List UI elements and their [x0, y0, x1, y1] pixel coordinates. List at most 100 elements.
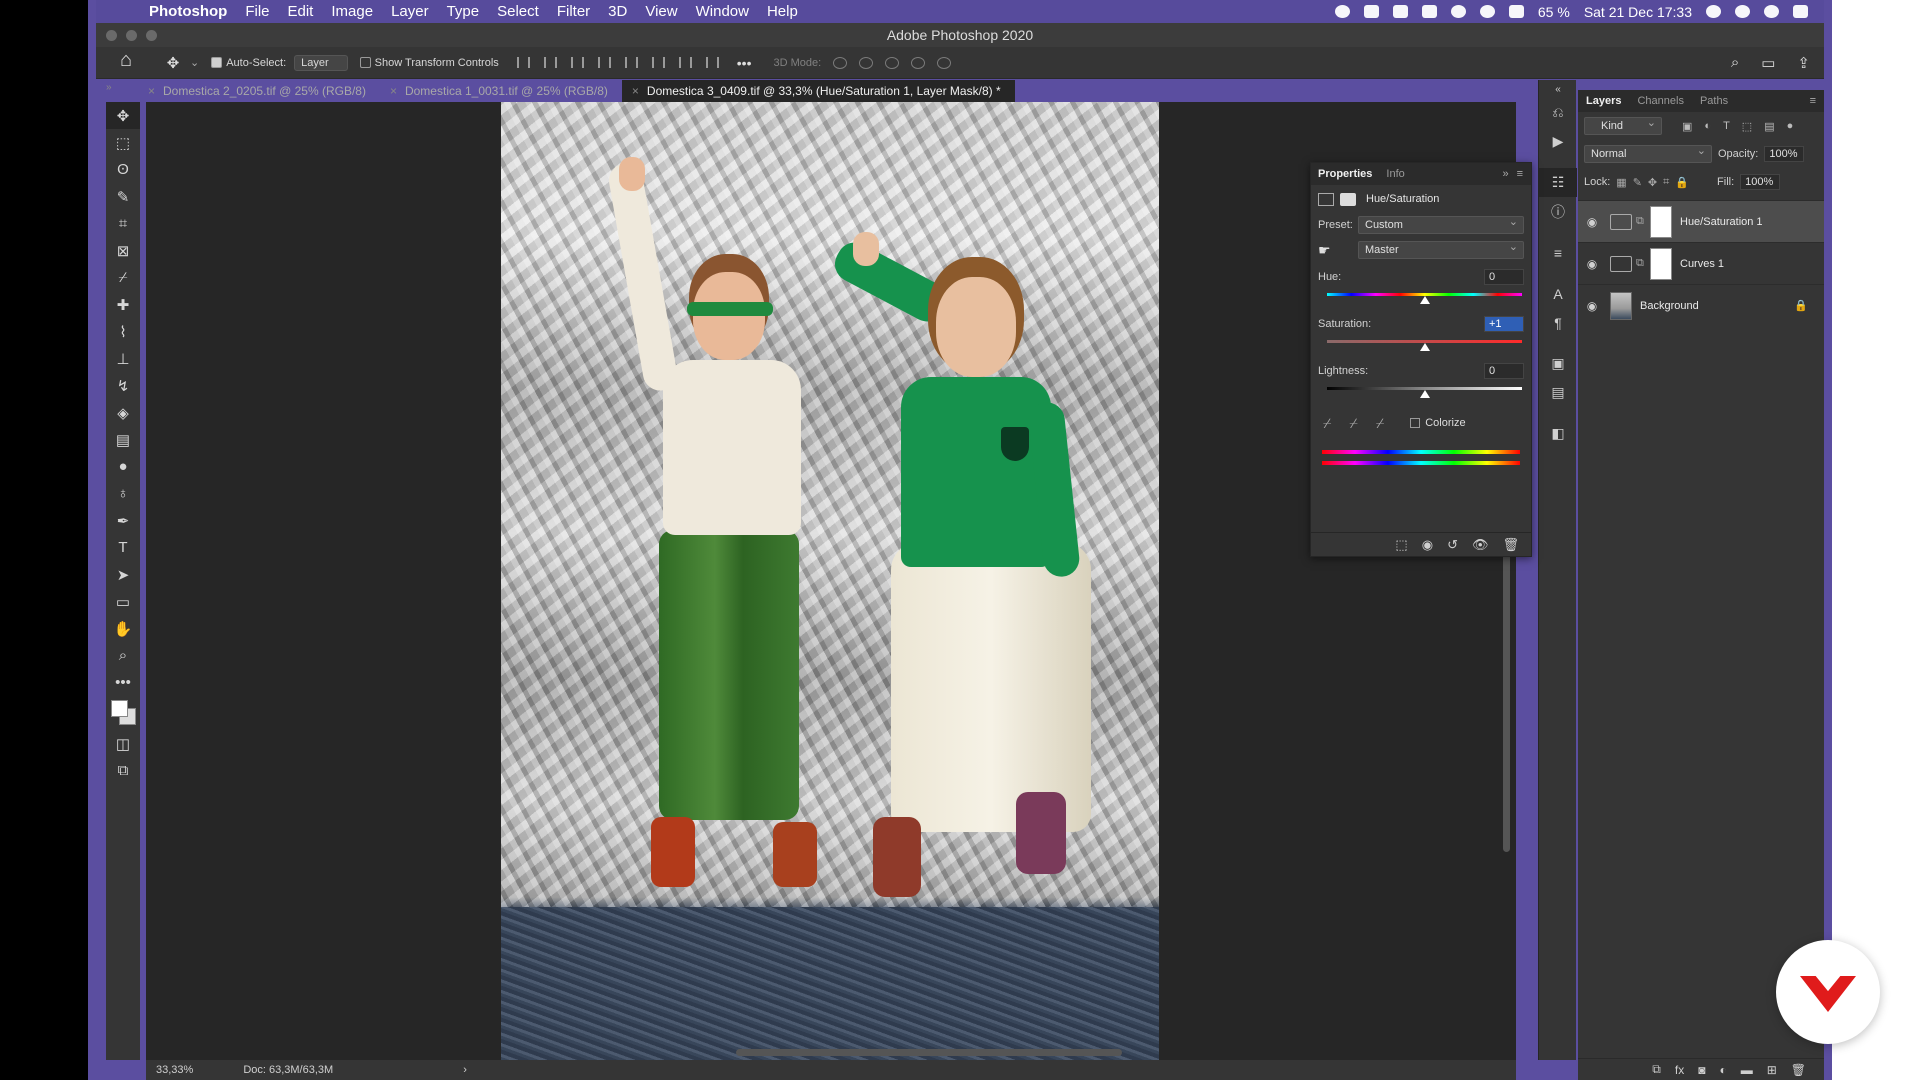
marquee-tool-icon[interactable]: ⬚ [106, 129, 140, 156]
frame-tool-icon[interactable]: ⊠ [106, 237, 140, 264]
3d-slide-icon[interactable] [911, 56, 926, 69]
menu-filter[interactable]: Filter [548, 3, 599, 20]
character-panel-icon[interactable]: A [1539, 279, 1577, 308]
link-icon[interactable]: ⧉ [1636, 215, 1646, 228]
actions-panel-icon[interactable]: ▶ [1539, 127, 1577, 156]
zoom-tool-icon[interactable]: ⌕ [106, 642, 140, 669]
menu-select[interactable]: Select [488, 3, 548, 20]
panel-collapse-icon[interactable]: » [1502, 168, 1516, 180]
tool-preset-chevron-icon[interactable]: ⌄ [190, 56, 199, 69]
smart-object-filter-icon[interactable]: ▤ [1764, 120, 1774, 133]
targeted-adjustment-icon[interactable]: ☛ [1318, 242, 1358, 259]
tab-domestica-3[interactable]: × Domestica 3_0409.tif @ 33,3% (Hue/Satu… [621, 80, 1015, 102]
lasso-tool-icon[interactable]: ʘ [106, 156, 140, 183]
layer-name[interactable]: Curves 1 [1680, 258, 1724, 270]
shape-filter-icon[interactable]: ⬚ [1742, 120, 1752, 133]
home-icon[interactable] [116, 49, 144, 73]
delete-layer-icon[interactable]: 🗑 [1791, 1063, 1806, 1077]
visibility-icon[interactable]: 👁 [1472, 537, 1489, 553]
quick-mask-icon[interactable]: ◫ [106, 730, 140, 757]
adjustment-filter-icon[interactable]: ◐ [1704, 120, 1711, 133]
healing-brush-tool-icon[interactable]: ✚ [106, 291, 140, 318]
zoom-window-button[interactable] [146, 30, 157, 41]
tab-layers[interactable]: Layers [1578, 95, 1629, 107]
delete-adjustment-icon[interactable]: 🗑 [1502, 537, 1519, 553]
dodge-tool-icon[interactable]: ♁ [106, 480, 140, 507]
3d-pan-icon[interactable] [885, 56, 900, 69]
hue-slider[interactable] [1327, 290, 1522, 304]
fill-input[interactable]: 100% [1740, 174, 1781, 190]
record-icon[interactable] [1334, 5, 1350, 18]
layer-style-icon[interactable]: fx [1675, 1063, 1684, 1077]
zoom-level[interactable]: 33,33% [156, 1064, 193, 1076]
layout-icon[interactable] [1421, 5, 1437, 18]
opacity-input[interactable]: 100% [1764, 146, 1805, 162]
3d-orbit-icon[interactable] [833, 56, 848, 69]
lock-pixels-icon[interactable]: ✎ [1633, 176, 1642, 189]
move-tool-icon[interactable]: ✥ [158, 54, 188, 72]
pen-tool-icon[interactable]: ✒ [106, 507, 140, 534]
align-bottom-icon[interactable] [678, 57, 692, 68]
lightness-value-input[interactable]: 0 [1484, 363, 1524, 379]
align-right-icon[interactable] [570, 57, 584, 68]
align-center-icon[interactable] [543, 57, 557, 68]
close-tab-icon[interactable]: × [632, 84, 639, 102]
bluetooth-ext-icon[interactable] [1363, 5, 1379, 18]
layer-row-background[interactable]: ◉ Background 🔒 [1578, 284, 1824, 326]
quick-select-tool-icon[interactable]: ✎ [106, 183, 140, 210]
wifi-icon[interactable] [1479, 5, 1495, 18]
close-tab-icon[interactable]: × [390, 84, 397, 102]
lock-transparent-icon[interactable]: ▦ [1616, 176, 1626, 189]
colorize-checkbox[interactable] [1410, 418, 1421, 428]
align-middle-icon[interactable] [651, 57, 665, 68]
history-brush-tool-icon[interactable]: ↯ [106, 372, 140, 399]
menu-3d[interactable]: 3D [599, 3, 636, 20]
clip-to-layer-icon[interactable]: ⬚ [1395, 537, 1407, 553]
color-swatches[interactable] [106, 696, 140, 730]
lightness-slider-thumb[interactable] [1419, 390, 1430, 398]
share-icon[interactable]: ⇪ [1797, 54, 1810, 72]
more-options-icon[interactable]: ••• [737, 55, 752, 71]
close-window-button[interactable] [106, 30, 117, 41]
user-icon[interactable] [1706, 5, 1721, 18]
preset-dropdown[interactable]: Custom [1358, 214, 1524, 234]
document-size[interactable]: Doc: 63,3M/63,3M [243, 1064, 333, 1076]
eye-icon[interactable]: ◉ [1578, 299, 1606, 313]
battery-percent[interactable]: 65 % [1538, 4, 1570, 20]
saturation-slider-thumb[interactable] [1420, 343, 1431, 351]
tab-channels[interactable]: Channels [1629, 95, 1691, 107]
eye-icon[interactable]: ◉ [1578, 215, 1606, 229]
layer-mask-thumbnail[interactable] [1650, 247, 1672, 280]
status-expand-icon[interactable]: › [463, 1064, 467, 1076]
auto-select-checkbox[interactable] [211, 57, 223, 68]
eyedropper-tool-icon[interactable]: ⌿ [106, 264, 140, 291]
eyedropper-icon[interactable]: ⌿ [1323, 415, 1331, 432]
volume-icon[interactable] [1508, 5, 1524, 18]
saturation-slider[interactable] [1327, 337, 1522, 351]
close-tab-icon[interactable]: × [148, 84, 155, 102]
menu-help[interactable]: Help [758, 3, 807, 20]
adjustments-panel-icon[interactable]: ≡ [1539, 238, 1577, 267]
layer-row-hue-saturation[interactable]: ◉ ⧉ Hue/Saturation 1 [1578, 200, 1824, 242]
tab-paths[interactable]: Paths [1692, 95, 1736, 107]
new-group-icon[interactable]: ▬ [1741, 1063, 1753, 1077]
document-image[interactable] [501, 102, 1159, 1060]
align-top-icon[interactable] [624, 57, 638, 68]
layer-name[interactable]: Hue/Saturation 1 [1680, 216, 1763, 228]
transform-controls-checkbox[interactable] [359, 57, 371, 68]
history-panel-icon[interactable]: ⎌ [1539, 98, 1577, 127]
panel-menu-icon[interactable]: ≡ [1517, 168, 1531, 180]
paragraph-panel-icon[interactable]: ¶ [1539, 308, 1577, 337]
cloud-icon[interactable] [1392, 5, 1408, 18]
menu-edit[interactable]: Edit [279, 3, 323, 20]
clock[interactable]: Sat 21 Dec 17:33 [1584, 4, 1692, 20]
menu-image[interactable]: Image [322, 3, 382, 20]
gradient-tool-icon[interactable]: ▤ [106, 426, 140, 453]
link-layers-icon[interactable]: ⧉ [1652, 1062, 1661, 1077]
move-tool-icon[interactable]: ✥ [106, 102, 140, 129]
3d-scale-icon[interactable] [937, 56, 952, 69]
properties-panel-icon[interactable]: ☷ [1539, 168, 1577, 197]
type-filter-icon[interactable]: T [1723, 120, 1730, 133]
blur-tool-icon[interactable]: ● [106, 453, 140, 480]
panel-menu-icon[interactable]: ≡ [1810, 95, 1824, 107]
